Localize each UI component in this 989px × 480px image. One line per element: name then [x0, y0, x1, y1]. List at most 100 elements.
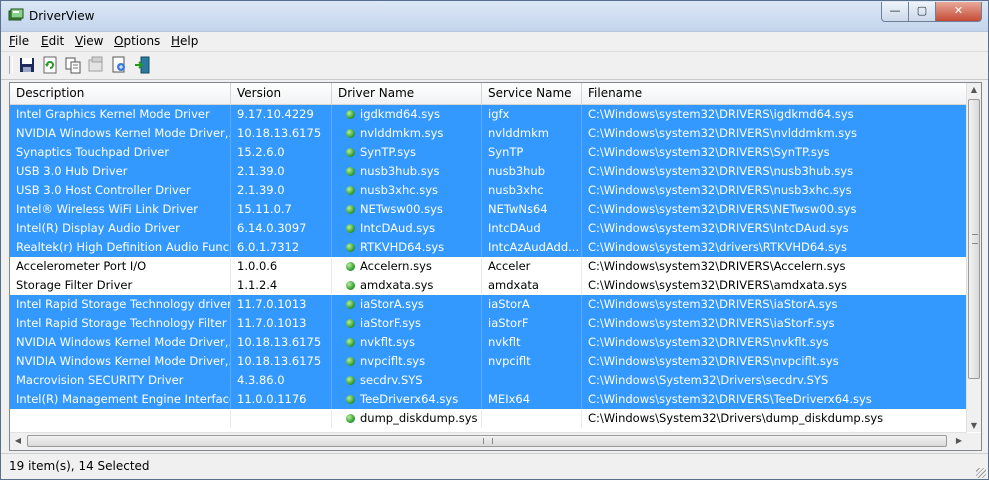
table-row[interactable]: Intel Rapid Storage Technology Filter ..… [10, 314, 967, 333]
cell-filename: C:\Windows\system32\DRIVERS\igdkmd64.sys [582, 105, 967, 124]
table-row[interactable]: Macrovision SECURITY Driver 4.3.86.0 secdr… [10, 371, 967, 390]
cell-driver-name: igdkmd64.sys [332, 105, 482, 124]
cell-service-name: iaStorF [482, 314, 582, 333]
cell-description: Intel Rapid Storage Technology Filter ..… [10, 314, 231, 333]
cell-driver-name: nvlddmkm.sys [332, 124, 482, 143]
properties-icon[interactable] [87, 56, 105, 74]
horizontal-scrollbar[interactable]: ◀ ▶ [10, 432, 967, 450]
save-icon[interactable] [18, 56, 36, 74]
cell-description: Storage Filter Driver [10, 276, 231, 295]
cell-version-text: 2.1.39.0 [237, 164, 285, 178]
cell-driver-name-text: NETwsw00.sys [360, 202, 443, 216]
cell-filename: C:\Windows\system32\DRIVERS\nvkflt.sys [582, 333, 967, 352]
scroll-up-arrow-icon[interactable]: ▲ [967, 85, 981, 94]
cell-version: 1.1.2.4 [231, 276, 332, 295]
cell-version-text: 1.1.2.4 [237, 278, 278, 292]
menu-view[interactable]: View [75, 34, 103, 48]
column-header-description[interactable]: Description [10, 83, 231, 104]
table-row[interactable]: USB 3.0 Hub Driver 2.1.39.0 nusb3hub.sys nu… [10, 162, 967, 181]
refresh-icon[interactable] [41, 56, 59, 74]
cell-filename-text: C:\Windows\system32\DRIVERS\nvkflt.sys [588, 335, 829, 349]
driver-icon [346, 319, 355, 328]
scroll-left-arrow-icon[interactable]: ◀ [11, 436, 25, 445]
cell-filename-text: C:\Windows\System32\Drivers\secdrv.SYS [588, 373, 829, 387]
table-row[interactable]: Synaptics Touchpad Driver 15.2.6.0 SynTP.s… [10, 143, 967, 162]
cell-version: 2.1.39.0 [231, 181, 332, 200]
driver-icon [346, 148, 355, 157]
horizontal-scroll-thumb[interactable] [27, 435, 947, 447]
cell-version: 6.14.0.3097 [231, 219, 332, 238]
cell-description-text: Intel Rapid Storage Technology driver... [16, 297, 231, 311]
table-row[interactable]: NVIDIA Windows Kernel Mode Driver,... 10.… [10, 333, 967, 352]
scroll-down-arrow-icon[interactable]: ▼ [967, 421, 981, 430]
column-header-driver-name[interactable]: Driver Name [332, 83, 482, 104]
vertical-scroll-thumb[interactable] [968, 99, 980, 379]
table-row[interactable]: Intel(R) Display Audio Driver 6.14.0.3097… [10, 219, 967, 238]
minimize-button[interactable]: — [881, 2, 909, 22]
toolbar-grip[interactable] [9, 56, 13, 74]
cell-version-text: 15.11.0.7 [237, 202, 292, 216]
table-row[interactable]: Accelerometer Port I/O 1.0.0.6 Accelern.sy… [10, 257, 967, 276]
cell-driver-name-text: Accelern.sys [360, 259, 432, 273]
close-button[interactable]: ✕ [935, 2, 982, 22]
cell-driver-name-text: iaStorA.sys [360, 297, 424, 311]
cell-description: Intel Rapid Storage Technology driver... [10, 295, 231, 314]
window-title: DriverView [29, 9, 95, 23]
cell-version: 11.0.0.1176 [231, 390, 332, 409]
cell-description: Accelerometer Port I/O [10, 257, 231, 276]
cell-driver-name: iaStorF.sys [332, 314, 482, 333]
cell-service-name-text: MEIx64 [488, 392, 531, 406]
horizontal-scroll-grip [483, 438, 493, 444]
exit-icon[interactable] [133, 56, 151, 74]
cell-description-text: Intel(R) Display Audio Driver [16, 221, 180, 235]
cell-version: 1.0.0.6 [231, 257, 332, 276]
menu-bar: File Edit View Options Help [1, 32, 988, 51]
cell-filename-text: C:\Windows\system32\DRIVERS\nusb3hub.sys [588, 164, 854, 178]
table-row[interactable]: NVIDIA Windows Kernel Mode Driver,... 10.… [10, 124, 967, 143]
copy-icon[interactable] [64, 56, 82, 74]
table-row[interactable]: Intel Rapid Storage Technology driver...… [10, 295, 967, 314]
driver-icon [346, 281, 355, 290]
title-bar[interactable]: DriverView — ▢ ✕ [1, 1, 988, 32]
driver-list[interactable]: Description Version Driver Name Service … [9, 82, 982, 451]
table-row[interactable]: Intel(R) Management Engine Interface 11.0… [10, 390, 967, 409]
cell-filename-text: C:\Windows\system32\drivers\RTKVHD64.sys [588, 240, 847, 254]
driverview-window: DriverView — ▢ ✕ File Edit View Options … [0, 0, 989, 480]
column-header-service-name[interactable]: Service Name [482, 83, 582, 104]
cell-filename: C:\Windows\system32\DRIVERS\NETwsw00.sys [582, 200, 967, 219]
menu-edit[interactable]: Edit [41, 34, 64, 48]
menu-file[interactable]: File [9, 34, 29, 48]
table-row[interactable]: NVIDIA Windows Kernel Mode Driver,... 10.… [10, 352, 967, 371]
cell-driver-name-text: nusb3hub.sys [360, 164, 440, 178]
status-text: 19 item(s), 14 Selected [9, 459, 150, 473]
menu-help[interactable]: Help [171, 34, 198, 48]
cell-version: 6.0.1.7312 [231, 238, 332, 257]
html-report-icon[interactable] [110, 56, 128, 74]
vertical-scrollbar[interactable]: ▲ ▼ [966, 83, 981, 432]
column-header-filename[interactable]: Filename [582, 83, 967, 104]
cell-driver-name: nusb3hub.sys [332, 162, 482, 181]
cell-driver-name: nvkflt.sys [332, 333, 482, 352]
table-row[interactable]: Intel® Wireless WiFi Link Driver 15.11.0.… [10, 200, 967, 219]
cell-service-name-text: iaStorA [488, 297, 530, 311]
cell-description-text: Storage Filter Driver [16, 278, 133, 292]
table-row[interactable]: Realtek(r) High Definition Audio Func...… [10, 238, 967, 257]
cell-filename: C:\Windows\system32\DRIVERS\SynTP.sys [582, 143, 967, 162]
resize-grip[interactable] [976, 468, 986, 478]
cell-description-text: USB 3.0 Hub Driver [16, 164, 128, 178]
column-header-version[interactable]: Version [231, 83, 332, 104]
menu-options[interactable]: Options [114, 34, 160, 48]
table-row[interactable]: dump_diskdump.sys C:\Windows\System32\Dri… [10, 409, 967, 428]
cell-description: NVIDIA Windows Kernel Mode Driver,... [10, 333, 231, 352]
table-row[interactable]: Storage Filter Driver 1.1.2.4 amdxata.sys a… [10, 276, 967, 295]
menu-view-label: iew [82, 34, 104, 48]
cell-driver-name: TeeDriverx64.sys [332, 390, 482, 409]
cell-filename-text: C:\Windows\system32\DRIVERS\TeeDriverx64… [588, 392, 872, 406]
scroll-right-arrow-icon[interactable]: ▶ [952, 436, 966, 445]
table-row[interactable]: USB 3.0 Host Controller Driver 2.1.39.0 nu… [10, 181, 967, 200]
maximize-button[interactable]: ▢ [908, 2, 936, 22]
cell-filename-text: C:\Windows\system32\DRIVERS\amdxata.sys [588, 278, 848, 292]
cell-description-text: Intel® Wireless WiFi Link Driver [16, 202, 198, 216]
cell-description: Intel(R) Management Engine Interface [10, 390, 231, 409]
table-row[interactable]: Intel Graphics Kernel Mode Driver 9.17.10… [10, 105, 967, 124]
